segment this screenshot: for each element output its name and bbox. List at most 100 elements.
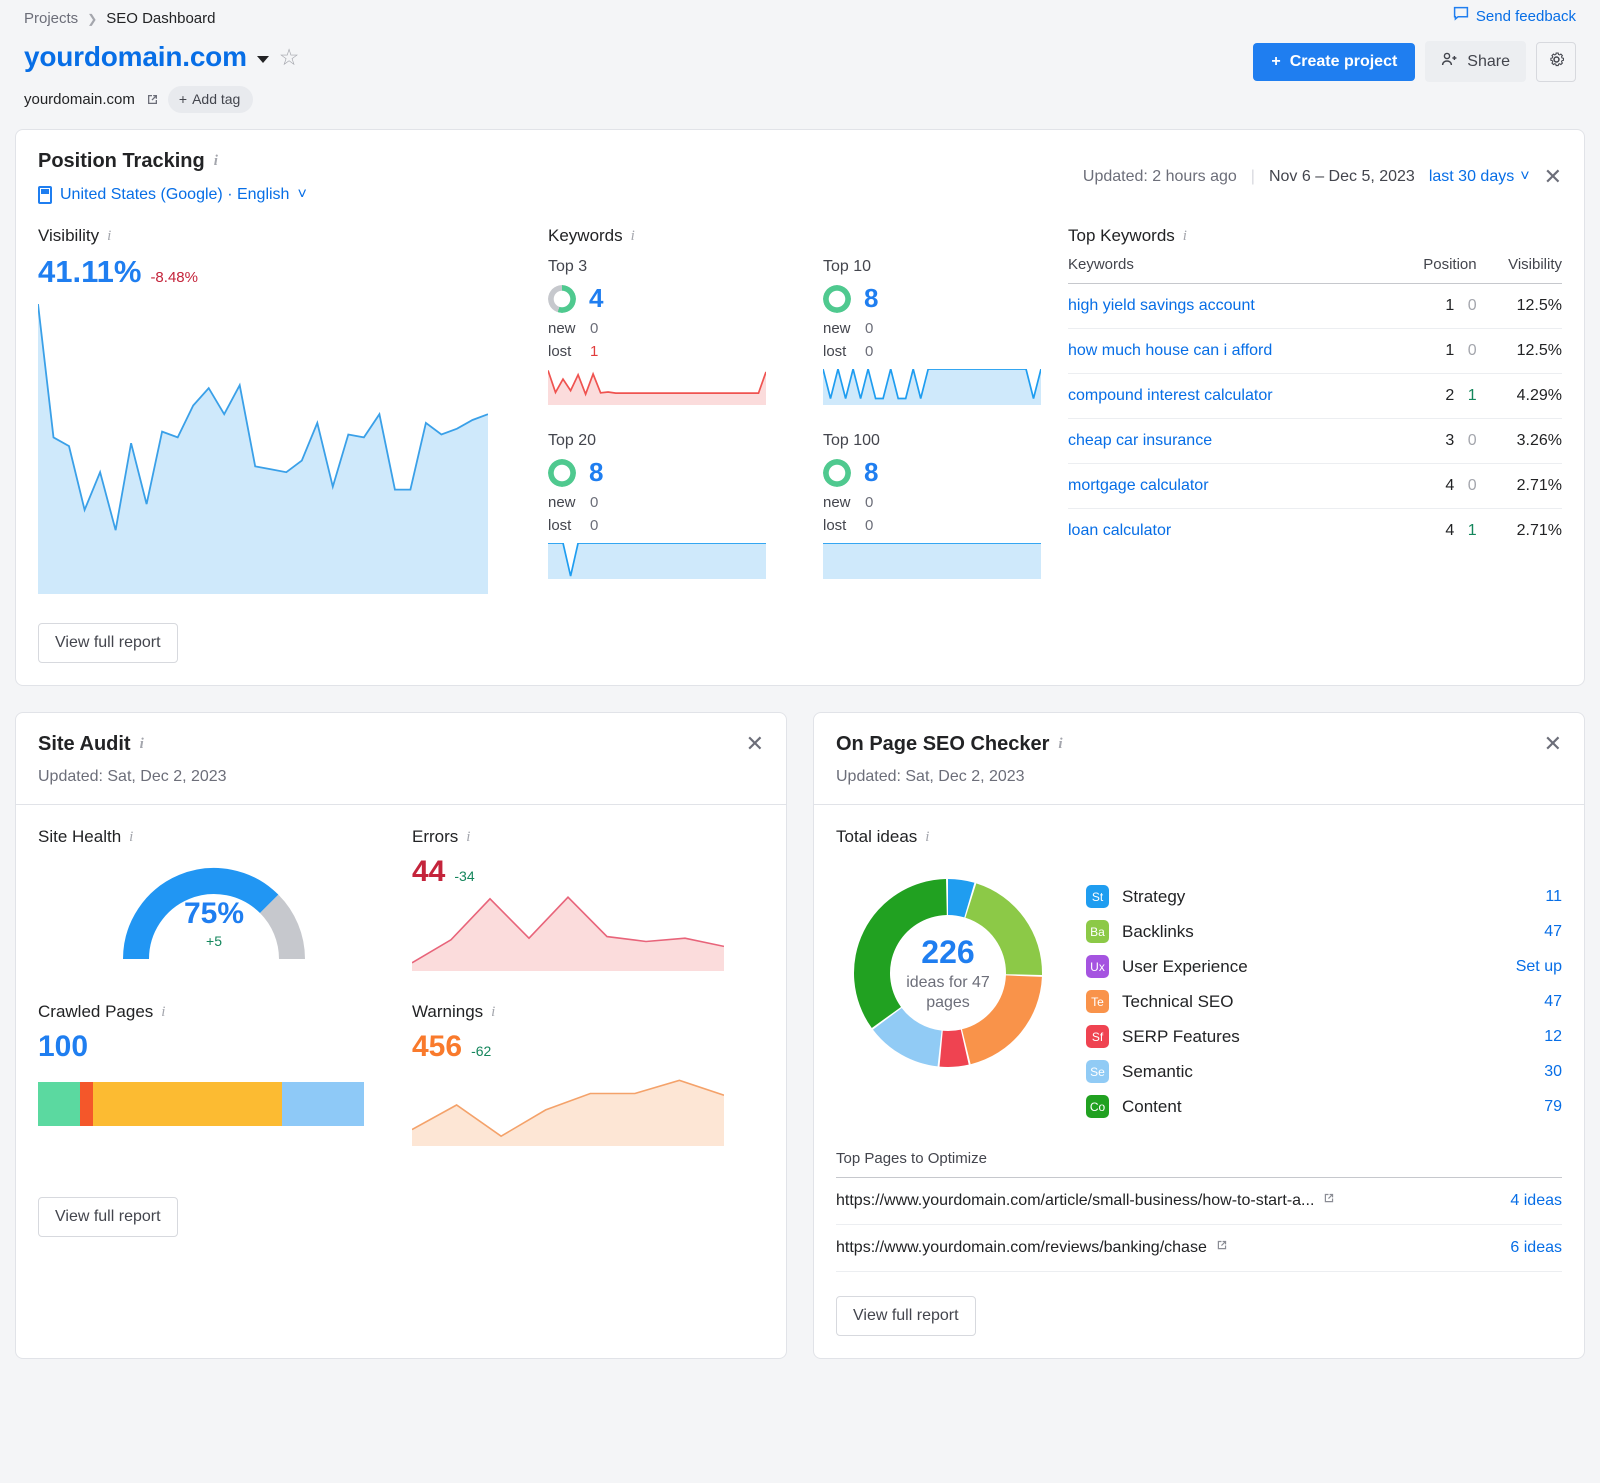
position-delta: 0 — [1468, 432, 1477, 449]
legend-row: Te Technical SEO 47 — [1086, 984, 1562, 1019]
category-badge-icon: Co — [1086, 1095, 1109, 1118]
bucket-new-row: new 0 — [548, 320, 793, 337]
table-row: cheap car insurance 3 0 3.26% — [1068, 419, 1562, 464]
keyword-link[interactable]: cheap car insurance — [1068, 419, 1392, 464]
category-value[interactable]: 47 — [1544, 923, 1562, 941]
visibility-value-row: 41.11% -8.48% — [38, 254, 548, 290]
errors-value-row: 44 -34 — [412, 855, 764, 889]
page-ideas-count[interactable]: 6 ideas — [1510, 1239, 1562, 1257]
info-icon[interactable]: i — [129, 829, 133, 846]
settings-gear-button[interactable] — [1536, 42, 1576, 82]
send-feedback-link[interactable]: Send feedback — [1453, 6, 1576, 26]
warnings-delta: -62 — [471, 1043, 491, 1059]
period-label: last 30 days — [1429, 168, 1514, 186]
location-selector[interactable]: United States (Google) · English ˅ — [38, 186, 307, 204]
warnings-value-row: 456 -62 — [412, 1030, 764, 1064]
position-cell: 2 1 — [1392, 374, 1477, 419]
keyword-link[interactable]: loan calculator — [1068, 509, 1392, 554]
category-badge-icon: St — [1086, 885, 1109, 908]
on-page-seo-view-full-report-button[interactable]: View full report — [836, 1296, 976, 1336]
new-label: new — [548, 320, 580, 337]
position-cell: 3 0 — [1392, 419, 1477, 464]
category-value[interactable]: Set up — [1516, 958, 1562, 976]
new-value: 0 — [590, 320, 598, 337]
info-icon[interactable]: i — [214, 153, 218, 170]
site-health-metric: Site Health i 75% +5 — [38, 827, 390, 976]
project-domain-title[interactable]: yourdomain.com — [24, 41, 247, 73]
label-text: Top Keywords — [1068, 226, 1175, 246]
plus-icon: + — [179, 91, 187, 107]
category-value[interactable]: 11 — [1545, 888, 1562, 906]
position-tracking-body: Visibility i 41.11% -8.48% Keywords i To… — [16, 204, 1584, 599]
star-icon[interactable]: ☆ — [279, 46, 300, 69]
chevron-down-icon: ˅ — [1520, 168, 1529, 186]
info-icon[interactable]: i — [631, 228, 635, 245]
lost-value: 0 — [590, 517, 598, 534]
total-ideas-subtitle: ideas for 47 pages — [893, 973, 1003, 1013]
info-icon[interactable]: i — [1183, 228, 1187, 245]
page-ideas-count[interactable]: 4 ideas — [1510, 1192, 1562, 1210]
keyword-link[interactable]: mortgage calculator — [1068, 464, 1392, 509]
chevron-down-icon[interactable] — [257, 56, 269, 63]
external-link-icon[interactable] — [145, 93, 158, 106]
bucket-lost-row: lost 0 — [823, 343, 1068, 360]
visibility-section: Visibility i 41.11% -8.48% — [38, 226, 548, 599]
breadcrumb-projects[interactable]: Projects — [24, 10, 78, 27]
updated-label: Updated: 2 hours ago — [1083, 168, 1237, 186]
keyword-bucket: Top 10 8 new 0 lost 0 — [823, 258, 1068, 410]
date-range-label: Nov 6 – Dec 5, 2023 — [1269, 168, 1415, 186]
keywords-section: Keywords i Top 3 4 new 0 lost 1 Top 10 8… — [548, 226, 1068, 599]
lost-value: 1 — [590, 343, 598, 360]
legend-row: Sf SERP Features 12 — [1086, 1019, 1562, 1054]
position-delta: 1 — [1468, 387, 1477, 404]
keyword-link[interactable]: high yield savings account — [1068, 284, 1392, 329]
info-icon[interactable]: i — [140, 736, 144, 753]
top-pages-list: https://www.yourdomain.com/article/small… — [836, 1178, 1562, 1272]
category-value[interactable]: 79 — [1544, 1098, 1562, 1116]
bucket-new-row: new 0 — [823, 494, 1068, 511]
info-icon[interactable]: i — [161, 1004, 165, 1021]
table-row: compound interest calculator 2 1 4.29% — [1068, 374, 1562, 419]
legend-row: Co Content 79 — [1086, 1089, 1562, 1124]
category-badge-icon: Te — [1086, 990, 1109, 1013]
external-link-icon[interactable] — [1322, 1192, 1335, 1210]
info-icon[interactable]: i — [925, 829, 929, 846]
close-card-button[interactable]: ✕ — [746, 733, 764, 755]
close-card-button[interactable]: ✕ — [1544, 166, 1562, 188]
bucket-lost-row: lost 0 — [823, 517, 1068, 534]
person-add-icon — [1441, 51, 1458, 72]
title-text: Site Audit — [38, 733, 131, 756]
category-value[interactable]: 12 — [1544, 1028, 1562, 1046]
lost-value: 0 — [865, 343, 873, 360]
position-tracking-view-full-report-button[interactable]: View full report — [38, 623, 178, 663]
info-icon[interactable]: i — [107, 228, 111, 245]
close-card-button[interactable]: ✕ — [1544, 733, 1562, 755]
period-selector[interactable]: last 30 days ˅ — [1429, 168, 1530, 186]
external-link-icon[interactable] — [1215, 1239, 1228, 1257]
bucket-label: Top 100 — [823, 432, 1068, 450]
keyword-link[interactable]: compound interest calculator — [1068, 374, 1392, 419]
top-page-row: https://www.yourdomain.com/article/small… — [836, 1178, 1562, 1225]
category-value[interactable]: 30 — [1544, 1063, 1562, 1081]
info-icon[interactable]: i — [1058, 736, 1062, 753]
site-audit-view-full-report-button[interactable]: View full report — [38, 1197, 178, 1237]
create-project-button[interactable]: + Create project — [1253, 43, 1415, 81]
table-row: how much house can i afford 1 0 12.5% — [1068, 329, 1562, 374]
keyword-link[interactable]: how much house can i afford — [1068, 329, 1392, 374]
category-value[interactable]: 47 — [1544, 993, 1562, 1011]
bucket-count: 8 — [864, 283, 878, 314]
on-page-seo-body: Total ideas i 226 ideas for 47 pages St … — [814, 805, 1584, 1358]
info-icon[interactable]: i — [491, 1004, 495, 1021]
visibility-value: 41.11% — [38, 254, 141, 290]
add-tag-button[interactable]: + Add tag — [168, 86, 253, 113]
share-button[interactable]: Share — [1425, 41, 1526, 82]
category-badge-icon: Ba — [1086, 920, 1109, 943]
send-feedback-label: Send feedback — [1476, 8, 1576, 25]
crawled-pages-metric: Crawled Pages i 100 — [38, 1002, 390, 1151]
info-icon[interactable]: i — [466, 829, 470, 846]
legend-row: Ux User Experience Set up — [1086, 949, 1562, 984]
position-tracking-title: Position Tracking i — [38, 150, 307, 173]
visibility-cell: 2.71% — [1477, 464, 1562, 509]
site-health-delta: +5 — [38, 933, 390, 949]
label-text: Keywords — [548, 226, 623, 246]
